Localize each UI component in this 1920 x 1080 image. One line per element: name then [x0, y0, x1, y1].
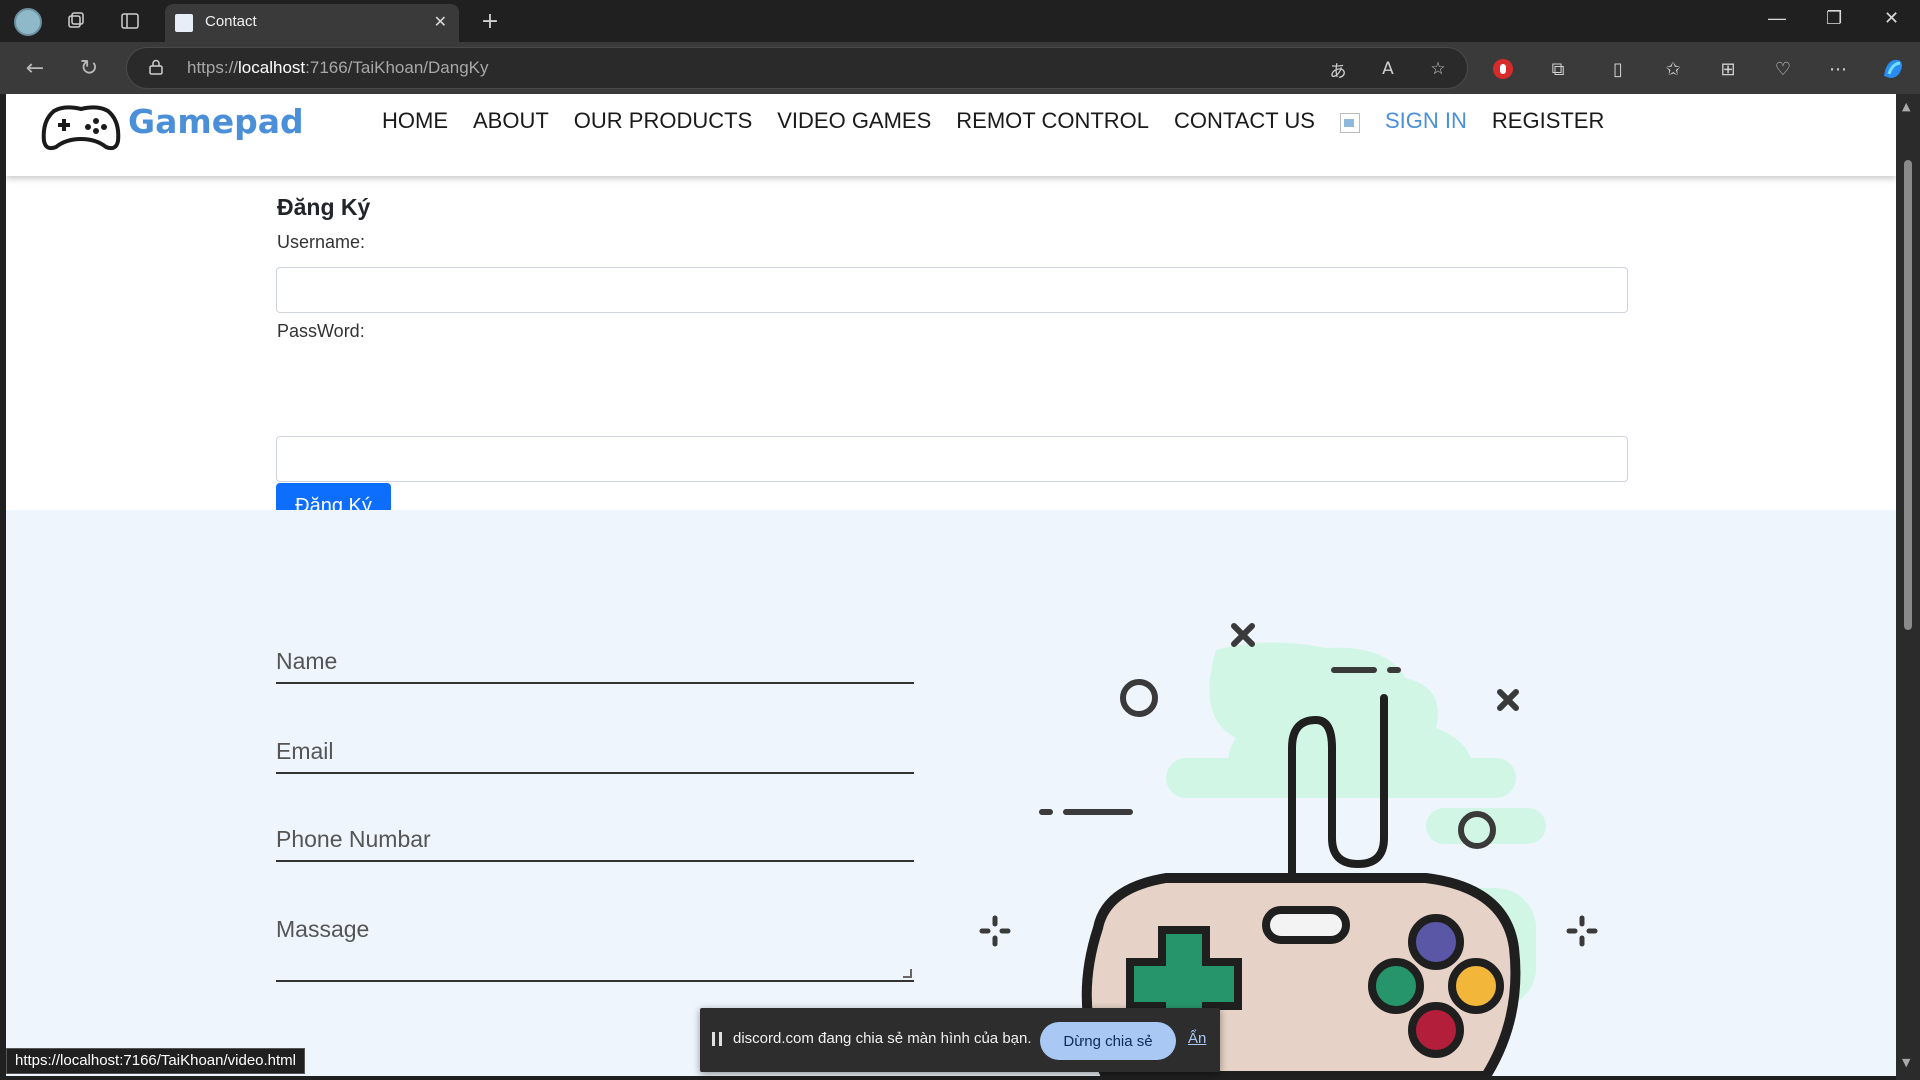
screen-share-notification: discord.com đang chia sẻ màn hình của bạ…: [700, 1008, 1220, 1072]
register-form: Đăng Ký Username: PassWord: Đăng Ký: [6, 176, 1896, 552]
screen-share-message: discord.com đang chia sẻ màn hình của bạ…: [733, 1030, 1032, 1047]
nav-about[interactable]: ABOUT: [473, 108, 549, 134]
tab-actions-icon[interactable]: [118, 9, 142, 33]
workspaces-icon[interactable]: [64, 9, 88, 33]
nav-remot-control[interactable]: REMOT CONTROL: [956, 108, 1149, 134]
hide-notification-link[interactable]: Ẩn: [1188, 1030, 1206, 1047]
refresh-icon[interactable]: ↻: [76, 55, 102, 81]
logo-text[interactable]: Gamepad: [128, 102, 304, 141]
status-bar-url: https://localhost:7166/TaiKhoan/video.ht…: [6, 1048, 306, 1074]
page-favicon-icon: [175, 14, 193, 32]
main-nav: HOME ABOUT OUR PRODUCTS VIDEO GAMES REMO…: [382, 108, 1629, 134]
close-tab-icon[interactable]: ✕: [434, 12, 447, 31]
username-input[interactable]: [276, 267, 1628, 313]
extension-stop-icon[interactable]: [1490, 56, 1516, 82]
password-label: PassWord:: [277, 321, 365, 341]
broken-image-icon[interactable]: [1340, 113, 1360, 133]
url-text[interactable]: https://localhost:7166/TaiKhoan/DangKy: [187, 58, 489, 78]
username-label: Username:: [277, 232, 366, 252]
extensions-puzzle-icon[interactable]: ⧉: [1545, 56, 1571, 82]
collections-icon[interactable]: ⊞: [1715, 56, 1741, 82]
contact-phone-placeholder: Phone Numbar: [276, 826, 431, 852]
page-viewport: Gamepad HOME ABOUT OUR PRODUCTS VIDEO GA…: [6, 94, 1896, 1076]
contact-email-field[interactable]: Email: [276, 720, 914, 774]
active-tab[interactable]: Contact ✕: [165, 4, 459, 42]
nav-our-products[interactable]: OUR PRODUCTS: [574, 108, 752, 134]
lock-icon[interactable]: [149, 59, 163, 75]
back-arrow-icon[interactable]: ←: [22, 55, 48, 81]
contact-email-placeholder: Email: [276, 738, 334, 764]
form-title: Đăng Ký: [277, 194, 371, 220]
tab-title: Contact: [205, 13, 257, 30]
browser-toolbar: ← ↻ https://localhost:7166/TaiKhoan/Dang…: [0, 42, 1920, 94]
new-tab-icon[interactable]: +: [478, 9, 502, 34]
gamepad-illustration: [979, 623, 1598, 1076]
site-header: Gamepad HOME ABOUT OUR PRODUCTS VIDEO GA…: [6, 94, 1896, 176]
scroll-down-arrow-icon[interactable]: ▼: [1902, 1056, 1910, 1069]
address-bar[interactable]: https://localhost:7166/TaiKhoan/DangKy あ…: [126, 47, 1468, 89]
contact-message-placeholder: Massage: [276, 916, 370, 942]
stop-sharing-button[interactable]: Dừng chia sẻ: [1040, 1022, 1176, 1060]
password-input[interactable]: [276, 436, 1628, 482]
close-window-icon[interactable]: ✕: [1884, 8, 1899, 29]
minimize-icon[interactable]: —: [1768, 8, 1786, 29]
pause-icon: [712, 1032, 722, 1046]
browser-tab-bar: Contact ✕ + — ❐ ✕: [0, 0, 1920, 42]
favorite-star-icon[interactable]: ☆: [1427, 58, 1449, 80]
nav-home[interactable]: HOME: [382, 108, 448, 134]
restore-icon[interactable]: ❐: [1826, 8, 1842, 29]
read-aloud-icon[interactable]: A: [1377, 58, 1399, 80]
contact-name-field[interactable]: Name: [276, 630, 914, 684]
resize-handle-icon[interactable]: [903, 969, 912, 978]
page-scrollbar[interactable]: ▲ ▼: [1896, 94, 1920, 1080]
contact-section: Name Email Phone Numbar Massage: [6, 510, 1896, 1076]
copilot-icon[interactable]: [1880, 56, 1906, 82]
nav-video-games[interactable]: VIDEO GAMES: [777, 108, 931, 134]
translate-icon[interactable]: あ: [1327, 58, 1349, 82]
gamepad-logo-icon[interactable]: [40, 101, 122, 153]
profile-avatar[interactable]: [14, 8, 42, 36]
contact-phone-field[interactable]: Phone Numbar: [276, 808, 914, 862]
favorites-icon[interactable]: ✩: [1660, 56, 1686, 82]
nav-contact-us[interactable]: CONTACT US: [1174, 108, 1315, 134]
nav-register[interactable]: REGISTER: [1492, 108, 1604, 134]
more-options-icon[interactable]: ⋯: [1825, 56, 1851, 82]
contact-message-textarea[interactable]: Massage: [276, 894, 914, 982]
nav-sign-in[interactable]: SIGN IN: [1385, 108, 1467, 134]
scrollbar-thumb[interactable]: [1904, 160, 1912, 630]
contact-name-placeholder: Name: [276, 648, 338, 674]
browser-essentials-icon[interactable]: ♡: [1770, 56, 1796, 82]
split-screen-icon[interactable]: ▯: [1605, 56, 1631, 82]
scroll-up-arrow-icon[interactable]: ▲: [1902, 100, 1910, 113]
